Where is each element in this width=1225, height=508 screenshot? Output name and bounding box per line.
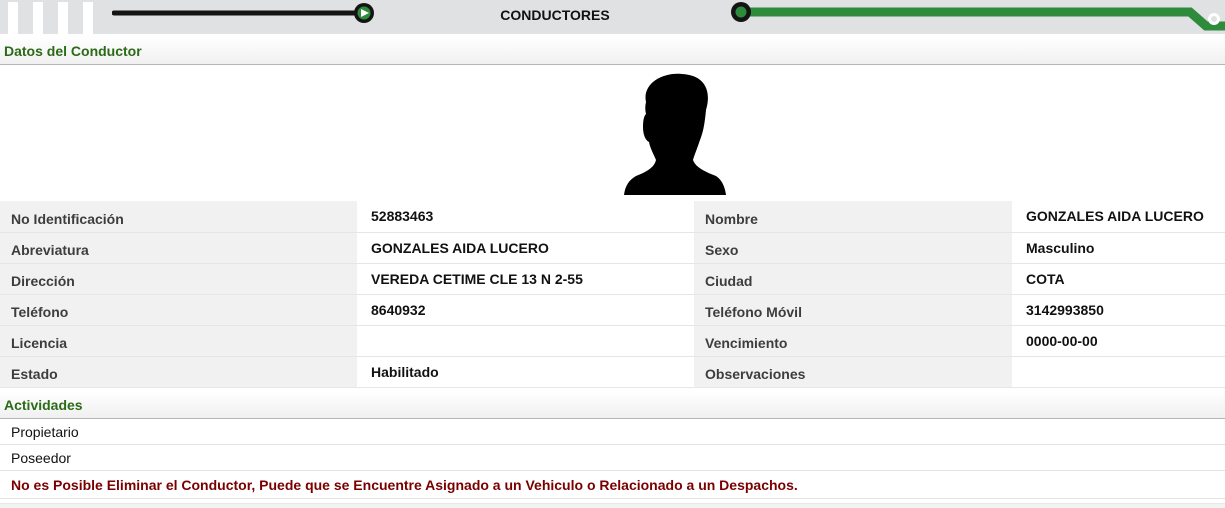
field-label-city: Ciudad [694,263,1012,295]
table-row: Abreviatura GONZALES AIDA LUCERO Sexo Ma… [0,232,1225,264]
field-label-sex: Sexo [694,232,1012,264]
field-label-identification: No Identificación [0,201,357,233]
activity-holder-item[interactable]: Poseedor [0,445,1225,471]
field-value-expiration: 0000-00-00 [1012,325,1225,357]
field-label-status: Estado [0,356,357,388]
field-value-address: VEREDA CETIME CLE 13 N 2-55 [357,263,694,295]
section-heading-driver-data: Datos del Conductor [0,37,1225,65]
field-label-license: Licencia [0,325,357,357]
field-label-phone: Teléfono [0,294,357,326]
table-row: No Identificación 52883463 Nombre GONZAL… [0,201,1225,233]
section-title: Actividades [4,397,83,413]
section-heading-activities: Actividades [0,391,1225,419]
field-value-city: COTA [1012,263,1225,295]
field-label-mobile-phone: Teléfono Móvil [694,294,1012,326]
field-value-identification: 52883463 [357,201,694,233]
activity-owner-item[interactable]: Propietario [0,419,1225,445]
field-value-license [357,325,694,357]
delete-warning-message: No es Posible Eliminar el Conductor, Pue… [0,471,1225,499]
table-row: Dirección VEREDA CETIME CLE 13 N 2-55 Ci… [0,263,1225,295]
progress-track-left [112,3,374,23]
field-label-abbreviation: Abreviatura [0,232,357,264]
page-title: CONDUCTORES [500,7,610,23]
section-title: Datos del Conductor [4,43,142,59]
field-value-observations [1012,356,1225,388]
progress-track-right [731,2,1225,31]
field-value-abbreviation: GONZALES AIDA LUCERO [357,232,694,264]
field-label-name: Nombre [694,201,1012,233]
bottom-divider [0,503,1225,508]
field-value-sex: Masculino [1012,232,1225,264]
table-row: Licencia Vencimiento 0000-00-00 [0,325,1225,357]
field-value-status: Habilitado [357,356,694,388]
field-label-address: Dirección [0,263,357,295]
field-label-observations: Observaciones [694,356,1012,388]
table-row: Estado Habilitado Observaciones [0,356,1225,388]
field-value-phone: 8640932 [357,294,694,326]
field-value-mobile-phone: 3142993850 [1012,294,1225,326]
avatar-silhouette-icon [624,73,726,195]
field-label-expiration: Vencimiento [694,325,1012,357]
driver-details-table: No Identificación 52883463 Nombre GONZAL… [0,201,1225,388]
table-row: Teléfono 8640932 Teléfono Móvil 31429938… [0,294,1225,326]
field-value-name: GONZALES AIDA LUCERO [1012,201,1225,233]
top-bar: CONDUCTORES [0,0,1225,35]
activities-list: Propietario Poseedor No es Posible Elimi… [0,419,1225,499]
